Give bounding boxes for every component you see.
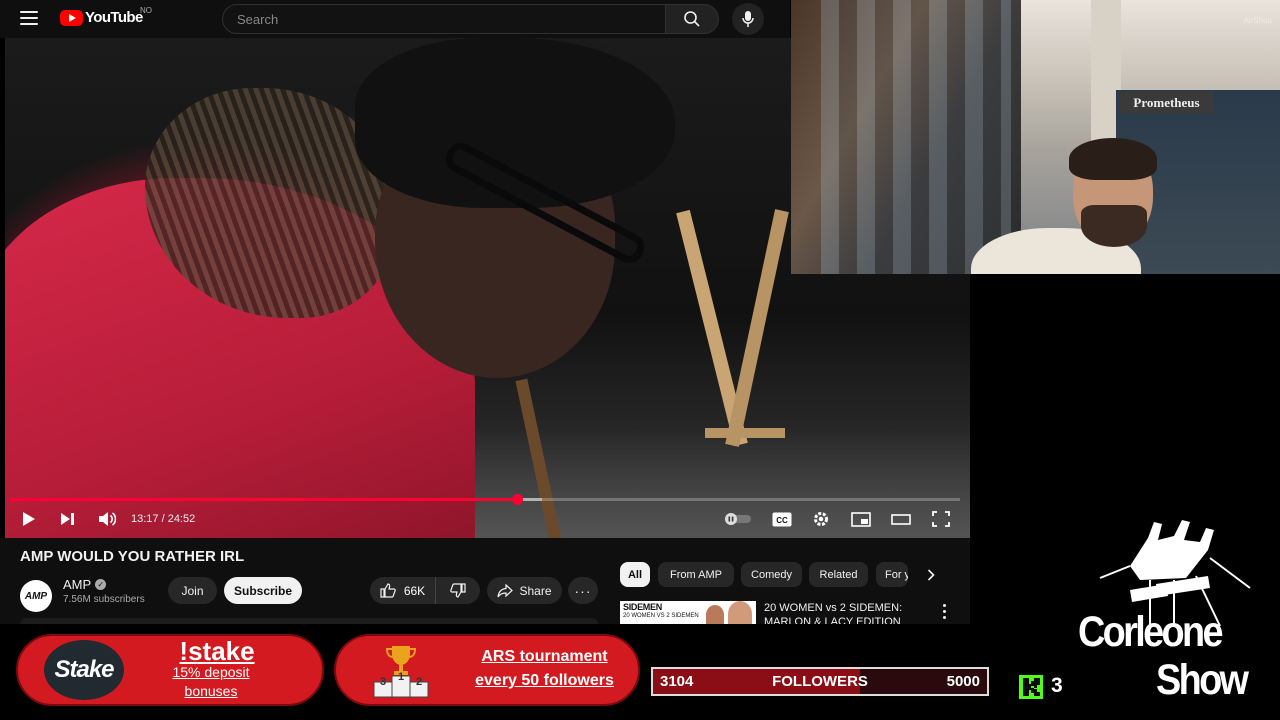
share-icon (497, 583, 514, 597)
fullscreen-button[interactable] (930, 508, 952, 530)
microphone-icon (742, 11, 754, 27)
subscribe-button[interactable]: Subscribe (224, 577, 302, 604)
like-count: 66K (403, 583, 426, 598)
video-scene-easel (725, 209, 789, 447)
autoplay-icon (725, 513, 751, 525)
chip-all[interactable]: All (620, 562, 650, 587)
join-button[interactable]: Join (168, 577, 217, 604)
youtube-play-icon (60, 9, 83, 26)
tournament-promo-banner: 3 1 2 ARS tournament every 50 followers (334, 634, 640, 706)
corleone-show-logo: Corleone Show (1070, 518, 1265, 710)
video-title: AMP WOULD YOU RATHER IRL (20, 548, 245, 565)
youtube-masthead: YouTube NO (0, 0, 790, 38)
theater-mode-button[interactable] (890, 508, 912, 530)
followers-current: 3104 (660, 673, 694, 690)
streamer-hair (1069, 138, 1157, 180)
chip-related[interactable]: Related (809, 562, 868, 587)
thumbs-up-icon (380, 583, 396, 598)
youtube-logo-text: YouTube (85, 9, 143, 26)
followers-goal-bar: FOLLOWERS 3104 5000 (651, 667, 989, 696)
tournament-line1: ARS tournament (481, 648, 608, 665)
settings-button[interactable] (810, 508, 832, 530)
search-input[interactable] (223, 5, 665, 33)
chips-next-button[interactable] (920, 564, 942, 586)
stake-offer-line2: bonuses (184, 683, 238, 699)
captions-button[interactable]: CC (771, 508, 793, 530)
progress-played (10, 498, 518, 501)
time-display: 13:17 / 24:52 (131, 513, 196, 525)
captions-icon: CC (772, 512, 792, 526)
menu-icon[interactable] (20, 11, 38, 25)
webcam-glass-case (821, 0, 1011, 274)
next-button[interactable] (57, 508, 79, 530)
webcam-overlay: Prometheus AirShou (791, 0, 1280, 274)
podium-second: 2 (415, 676, 423, 688)
progress-bar[interactable] (10, 494, 960, 505)
followers-goal-label: FOLLOWERS (772, 673, 868, 690)
chevron-right-icon (927, 569, 935, 581)
kick-viewer-count: 3 (1051, 674, 1063, 697)
captions-label: CC (776, 516, 788, 525)
stake-logo: Stake (44, 640, 124, 700)
chip-for-you[interactable]: For you (876, 562, 908, 587)
recommended-video-thumbnail[interactable]: SIDEMEN 20 WOMEN VS 2 SIDEMEN (620, 601, 756, 624)
skip-next-icon (61, 513, 74, 525)
stake-promo-banner: Stake !stake 15% deposit bonuses (16, 634, 324, 706)
search-box (222, 4, 666, 34)
like-dislike-group: 66K (370, 577, 480, 604)
podium-third: 3 (379, 676, 387, 688)
description-box-edge (20, 618, 598, 624)
channel-avatar[interactable]: AMP (20, 580, 52, 612)
more-horizontal-icon: ··· (574, 582, 592, 599)
like-button[interactable]: 66K (370, 577, 436, 604)
stake-command: !stake (179, 636, 255, 666)
stake-offer-line1: 15% deposit (172, 664, 250, 680)
chip-from-amp[interactable]: From AMP (658, 562, 734, 587)
recommended-video-menu[interactable] (938, 602, 950, 620)
miniplayer-button[interactable] (850, 508, 872, 530)
thumbnail-brand: SIDEMEN (623, 602, 662, 612)
thumbs-down-icon (450, 583, 466, 598)
kick-logo-icon (1019, 675, 1043, 699)
gear-icon (814, 512, 828, 526)
subscriber-count: 7.56M subscribers (63, 594, 145, 605)
dislike-button[interactable] (436, 577, 480, 604)
miniplayer-icon (851, 511, 871, 527)
volume-icon (99, 512, 116, 526)
brand-line2: Show (1156, 656, 1249, 704)
volume-button[interactable] (96, 508, 118, 530)
video-info-panel: AMP WOULD YOU RATHER IRL AMP AMP ✓ 7.56M… (0, 538, 970, 624)
share-button[interactable]: Share (487, 577, 562, 604)
tournament-line2: every 50 followers (475, 672, 614, 689)
theater-icon (891, 513, 911, 525)
video-scene-easel (705, 428, 785, 438)
more-actions-button[interactable]: ··· (568, 577, 598, 604)
channel-name[interactable]: AMP ✓ (63, 577, 107, 592)
verified-check-icon: ✓ (95, 579, 107, 590)
play-icon (23, 512, 35, 526)
channel-name-text: AMP (63, 577, 92, 592)
voice-search-button[interactable] (732, 3, 764, 35)
thumbnail-face (706, 605, 724, 624)
search-icon (684, 11, 700, 27)
share-label: Share (519, 583, 552, 598)
play-button[interactable] (18, 508, 40, 530)
brand-line1: Corleone (1078, 608, 1224, 656)
podium-first: 1 (397, 671, 405, 683)
thumbnail-caption: 20 WOMEN VS 2 SIDEMEN (623, 613, 699, 619)
fullscreen-icon (932, 511, 950, 527)
search-button[interactable] (665, 4, 719, 34)
country-code: NO (140, 6, 152, 15)
webcam-watermark: AirShou (1243, 16, 1272, 25)
chip-comedy[interactable]: Comedy (741, 562, 802, 587)
followers-goal-target: 5000 (946, 673, 980, 690)
autoplay-toggle[interactable] (724, 508, 752, 530)
youtube-logo[interactable]: YouTube (60, 9, 143, 26)
stream-canvas: YouTube NO Search 13:17 / 24:52 CC Prome… (0, 0, 1280, 720)
store-sign: Prometheus (1119, 92, 1214, 114)
thumbnail-face (728, 601, 752, 624)
streamer-beard (1081, 205, 1147, 247)
recommended-video-title[interactable]: 20 WOMEN vs 2 SIDEMEN: MARLON & LACY EDI… (764, 601, 914, 624)
